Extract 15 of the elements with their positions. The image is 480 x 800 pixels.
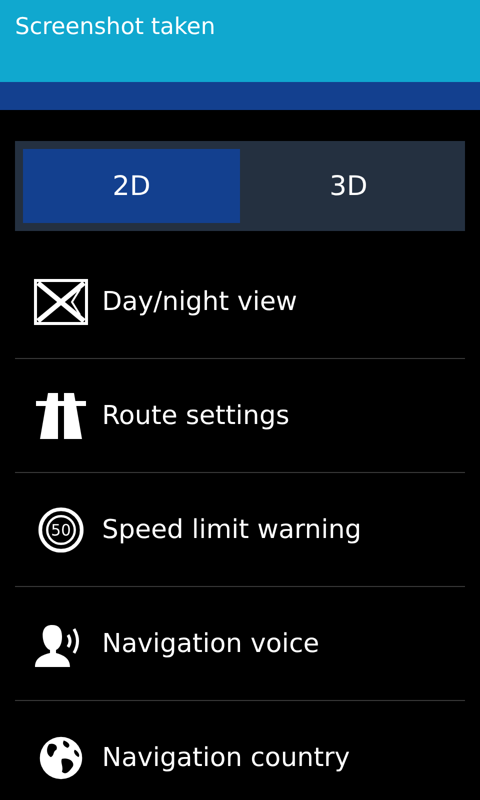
settings-item[interactable]: Navigation country <box>15 701 465 800</box>
settings-item[interactable]: Navigation voice <box>15 587 465 701</box>
item-label: Speed limit warning <box>102 514 362 544</box>
crossed-box-icon <box>34 278 88 324</box>
motorway-icon <box>34 392 88 438</box>
item-label: Navigation country <box>102 743 350 773</box>
notification-text: Screenshot taken <box>15 14 216 40</box>
item-label: Navigation voice <box>102 628 320 658</box>
view-tab[interactable]: 2D <box>23 149 240 223</box>
settings-item[interactable]: 50 Speed limit warning <box>15 473 465 587</box>
settings-item[interactable]: Day/night view <box>15 245 465 359</box>
view-tab[interactable]: 3D <box>240 149 457 223</box>
item-label: Route settings <box>102 400 290 430</box>
settings-item[interactable]: Route settings <box>15 359 465 473</box>
item-label: Day/night view <box>102 286 298 316</box>
